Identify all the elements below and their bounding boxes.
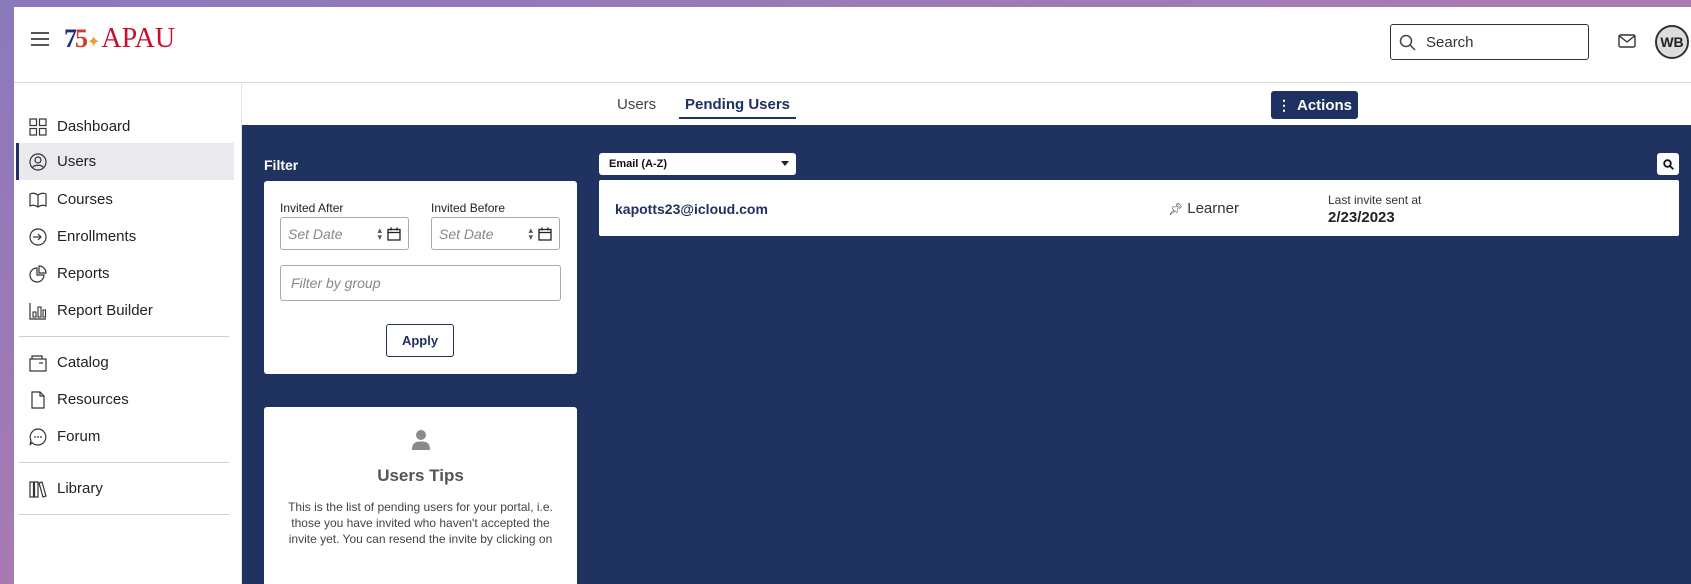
sidebar-item-reports[interactable]: Reports xyxy=(16,255,234,292)
sidebar-item-forum[interactable]: Forum xyxy=(16,418,234,455)
pie-chart-icon xyxy=(28,264,48,284)
search-icon xyxy=(1662,158,1674,170)
sidebar-item-enrollments[interactable]: Enrollments xyxy=(16,218,234,255)
top-header: 75 ✦ APAU Search WB xyxy=(14,7,1691,83)
sidebar: Dashboard Users Courses Enrollments Repo… xyxy=(14,84,242,584)
sidebar-item-users[interactable]: Users xyxy=(16,143,234,180)
bar-chart-icon xyxy=(28,301,48,321)
sidebar-item-label: Forum xyxy=(57,428,101,445)
actions-label: Actions xyxy=(1296,96,1352,114)
actions-button[interactable]: ⋮ Actions xyxy=(1271,91,1358,119)
sidebar-divider xyxy=(19,336,229,337)
chevron-down-icon xyxy=(781,161,789,166)
search-icon xyxy=(1399,34,1416,51)
enroll-icon xyxy=(28,227,48,247)
invited-after-input[interactable]: Set Date ▴ ▾ xyxy=(280,217,409,250)
sidebar-item-dashboard[interactable]: Dashboard xyxy=(16,108,234,145)
sidebar-item-label: Courses xyxy=(57,191,113,208)
sidebar-item-label: Reports xyxy=(57,265,110,282)
tips-text: This is the list of pending users for yo… xyxy=(288,500,553,546)
sort-value: Email (A-Z) xyxy=(609,158,668,170)
chat-icon xyxy=(28,427,48,447)
sidebar-item-label: Enrollments xyxy=(57,228,137,245)
user-role: 📌︎ Learner xyxy=(1168,200,1239,217)
list-search-button[interactable] xyxy=(1657,153,1679,175)
sidebar-item-label: Resources xyxy=(57,391,129,408)
filter-title: Filter xyxy=(264,157,299,173)
avatar[interactable]: WB xyxy=(1655,25,1689,59)
user-email[interactable]: kapotts23@icloud.com xyxy=(615,201,768,217)
search-input[interactable]: Search xyxy=(1390,24,1589,60)
logo-word: APAU xyxy=(101,23,176,54)
role-label: Learner xyxy=(1187,200,1239,217)
sidebar-item-label: Dashboard xyxy=(57,118,131,135)
sidebar-item-label: Report Builder xyxy=(57,302,153,319)
pin-icon: 📌︎ xyxy=(1168,201,1184,216)
menu-icon[interactable] xyxy=(31,32,49,46)
filter-card: Invited After Invited Before Set Date ▴ ▾… xyxy=(264,181,577,374)
invite-date: 2/23/2023 xyxy=(1328,209,1395,226)
sort-select[interactable]: Email (A-Z) xyxy=(599,153,796,175)
dashboard-icon xyxy=(28,117,48,137)
sidebar-item-label: Users xyxy=(57,153,97,170)
list-item[interactable]: kapotts23@icloud.com 📌︎ Learner Last inv… xyxy=(599,180,1679,236)
catalog-icon xyxy=(28,353,48,373)
sidebar-item-label: Library xyxy=(57,480,103,497)
sidebar-item-courses[interactable]: Courses xyxy=(16,181,234,218)
file-icon xyxy=(28,390,48,410)
invited-before-label: Invited Before xyxy=(431,201,506,215)
tab-pending-users[interactable]: Pending Users xyxy=(679,96,797,119)
sidebar-item-label: Catalog xyxy=(57,354,109,371)
sidebar-item-resources[interactable]: Resources xyxy=(16,381,234,418)
logo[interactable]: 75 ✦ APAU xyxy=(64,23,175,55)
apply-button[interactable]: Apply xyxy=(386,324,454,357)
date-placeholder: Set Date xyxy=(439,225,494,242)
sidebar-item-catalog[interactable]: Catalog xyxy=(16,344,234,381)
calendar-icon[interactable] xyxy=(538,227,552,241)
spinner-icon[interactable]: ▴ ▾ xyxy=(377,225,382,241)
main-panel: Filter Invited After Invited Before Set … xyxy=(242,125,1691,584)
library-icon xyxy=(28,479,48,499)
person-icon xyxy=(412,430,430,450)
sidebar-divider xyxy=(19,514,229,515)
calendar-icon[interactable] xyxy=(387,227,401,241)
kebab-icon: ⋮ xyxy=(1276,96,1291,113)
invited-after-label: Invited After xyxy=(280,201,344,215)
logo-digit: 5 xyxy=(75,24,88,53)
sidebar-item-library[interactable]: Library xyxy=(16,470,234,507)
tabs-bar: Users Pending Users ⋮ Actions xyxy=(242,84,1691,125)
logo-star-icon: ✦ xyxy=(87,34,101,51)
date-placeholder: Set Date xyxy=(288,225,343,242)
mail-icon[interactable] xyxy=(1618,34,1636,48)
tips-title: Users Tips xyxy=(377,466,464,485)
sidebar-item-report-builder[interactable]: Report Builder xyxy=(16,292,234,329)
user-circle-icon xyxy=(28,152,48,172)
invite-label: Last invite sent at xyxy=(1328,193,1422,207)
book-icon xyxy=(28,190,48,210)
invited-before-input[interactable]: Set Date ▴ ▾ xyxy=(431,217,560,250)
group-filter-input[interactable]: Filter by group xyxy=(280,265,561,301)
app-window: 75 ✦ APAU Search WB Dashboard Users Cour… xyxy=(14,7,1691,584)
tips-card: Users Tips This is the list of pending u… xyxy=(264,407,577,584)
sidebar-divider xyxy=(19,462,229,463)
spinner-icon[interactable]: ▴ ▾ xyxy=(528,225,533,241)
logo-digit: 7 xyxy=(64,24,77,53)
search-placeholder: Search xyxy=(1426,33,1474,51)
tab-users[interactable]: Users xyxy=(617,96,656,117)
